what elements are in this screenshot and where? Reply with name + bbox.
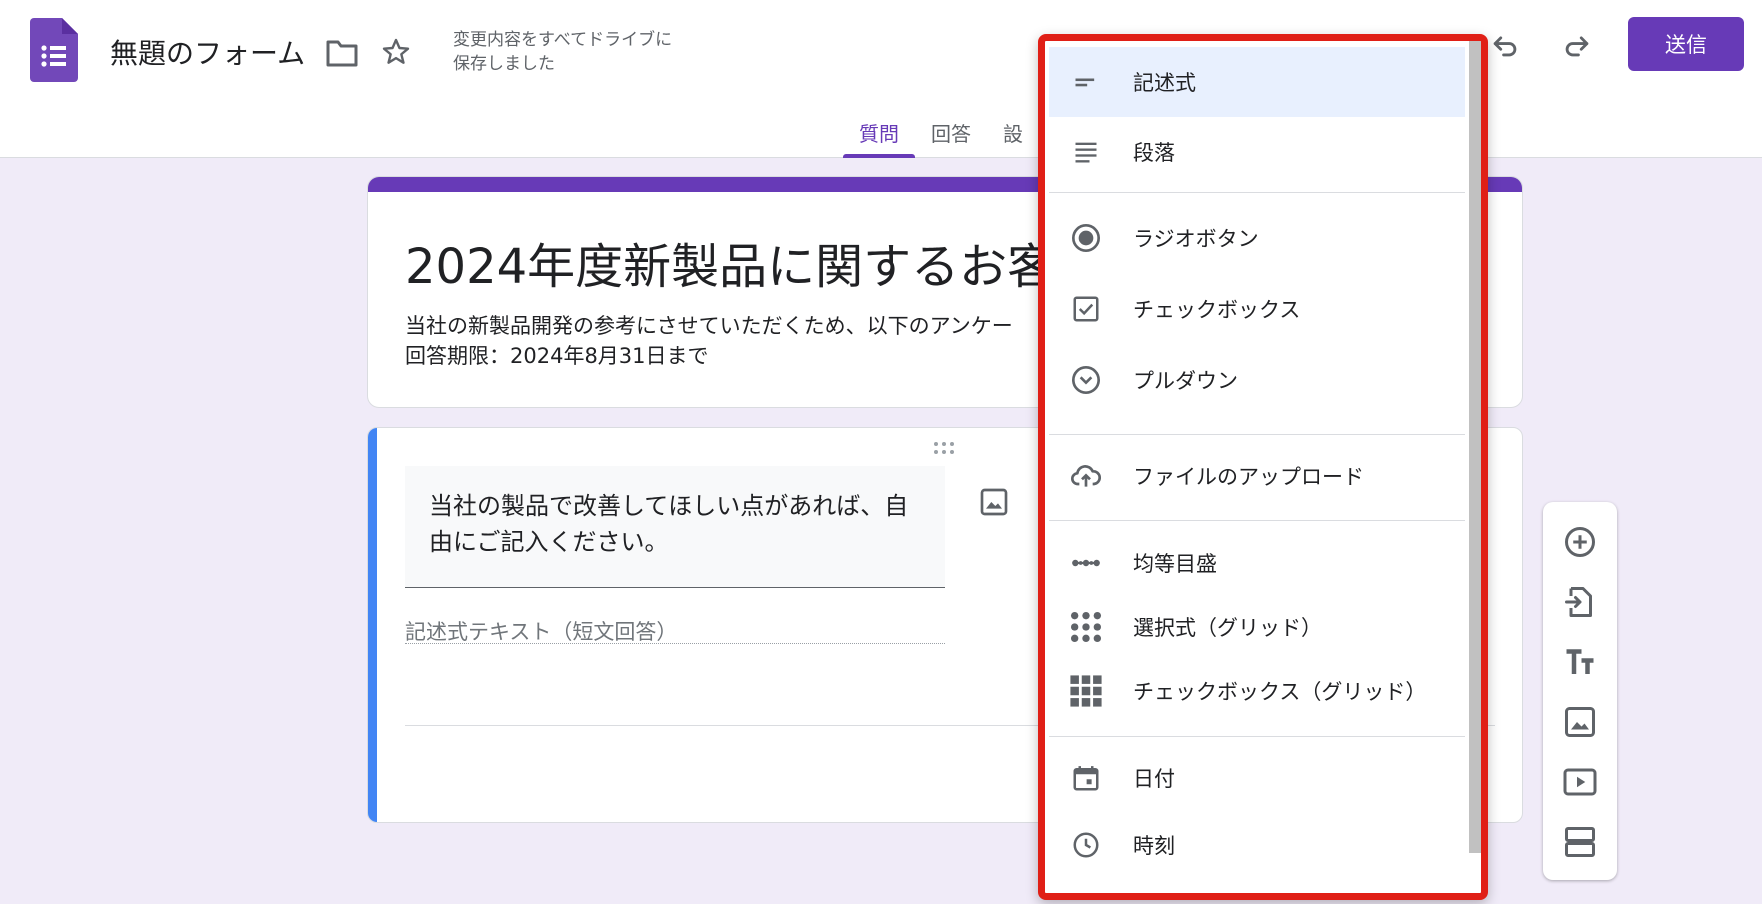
menu-item-time[interactable]: 時刻 <box>1049 810 1465 880</box>
add-title-icon[interactable] <box>1562 644 1598 680</box>
folder-icon[interactable] <box>325 38 359 68</box>
menu-item-label: 選択式（グリッド） <box>1133 616 1322 640</box>
add-image-icon[interactable] <box>1562 704 1598 740</box>
menu-divider <box>1049 434 1465 435</box>
short-answer-placeholder: 記述式テキスト（短文回答） <box>405 616 945 644</box>
checkbox-icon <box>1069 292 1103 326</box>
forms-logo-icon[interactable] <box>30 18 78 82</box>
radio-button-icon <box>1069 221 1103 255</box>
menu-item-label: 時刻 <box>1133 834 1175 858</box>
form-description[interactable]: 当社の新製品開発の参考にさせていただくため、以下のアンケー 回答期限：2024年… <box>405 311 1013 371</box>
menu-item-label: 段落 <box>1133 141 1175 165</box>
menu-item-label: ラジオボタン <box>1133 227 1259 251</box>
paragraph-icon <box>1069 135 1103 169</box>
menu-item-short-answer[interactable]: 記述式 <box>1049 47 1465 117</box>
tab-questions[interactable]: 質問 <box>843 112 915 158</box>
tab-bar: 質問 回答 設 <box>843 112 1039 158</box>
side-toolbar <box>1543 502 1617 880</box>
menu-item-label: 均等目盛 <box>1133 552 1217 576</box>
add-question-icon[interactable] <box>1562 524 1598 560</box>
menu-item-label: ファイルのアップロード <box>1133 465 1364 489</box>
dot-grid-icon <box>1069 610 1103 644</box>
square-grid-icon <box>1069 674 1103 708</box>
import-questions-icon[interactable] <box>1562 584 1598 620</box>
calendar-icon <box>1069 761 1103 795</box>
menu-item-date[interactable]: 日付 <box>1049 743 1465 813</box>
menu-item-file-upload[interactable]: ファイルのアップロード <box>1049 441 1465 511</box>
doc-title[interactable]: 無題のフォーム <box>110 32 305 72</box>
menu-scrollbar[interactable] <box>1469 41 1481 853</box>
menu-item-label: 日付 <box>1133 767 1175 791</box>
menu-item-linear-scale[interactable]: 均等目盛 <box>1049 528 1465 598</box>
send-button[interactable]: 送信 <box>1628 17 1744 71</box>
tab-responses[interactable]: 回答 <box>915 112 987 158</box>
question-title-field[interactable]: 当社の製品で改善してほしい点があれば、自由にご記入ください。 <box>405 466 945 588</box>
drag-handle-icon[interactable] <box>933 440 959 456</box>
menu-item-checkbox[interactable]: チェックボックス <box>1049 274 1465 344</box>
menu-item-checkbox-grid[interactable]: チェックボックス（グリッド） <box>1049 656 1465 726</box>
undo-icon[interactable] <box>1488 28 1522 62</box>
menu-divider <box>1049 192 1465 193</box>
clock-icon <box>1069 828 1103 862</box>
star-icon[interactable] <box>380 36 412 68</box>
menu-item-label: 記述式 <box>1133 71 1196 95</box>
redo-icon[interactable] <box>1560 28 1594 62</box>
tab-settings[interactable]: 設 <box>987 112 1039 158</box>
linear-scale-icon <box>1069 546 1103 580</box>
add-image-icon[interactable] <box>978 486 1010 518</box>
dropdown-icon <box>1069 363 1103 397</box>
menu-item-paragraph[interactable]: 段落 <box>1049 117 1465 187</box>
save-status: 変更内容をすべてドライブに 保存しました <box>453 30 673 74</box>
cloud-upload-icon <box>1069 459 1103 493</box>
menu-item-multiple-choice-grid[interactable]: 選択式（グリッド） <box>1049 592 1465 662</box>
form-title[interactable]: 2024年度新製品に関するお客 <box>405 227 1055 297</box>
question-active-accent <box>368 428 377 822</box>
short-answer-icon <box>1069 65 1103 99</box>
menu-divider <box>1049 736 1465 737</box>
question-type-menu: 記述式 段落 ラジオボタン チェックボックス プルダウン ファイルのアップロード… <box>1038 34 1488 900</box>
menu-item-radio[interactable]: ラジオボタン <box>1049 203 1465 273</box>
app-header: 無題のフォーム 変更内容をすべてドライブに 保存しました 送信 質問 回答 設 <box>0 0 1762 158</box>
add-video-icon[interactable] <box>1562 764 1598 800</box>
menu-item-dropdown[interactable]: プルダウン <box>1049 345 1465 415</box>
menu-item-label: チェックボックス <box>1133 298 1301 322</box>
add-section-icon[interactable] <box>1562 824 1598 860</box>
menu-item-label: チェックボックス（グリッド） <box>1133 680 1427 704</box>
menu-divider <box>1049 520 1465 521</box>
menu-item-label: プルダウン <box>1133 369 1238 393</box>
